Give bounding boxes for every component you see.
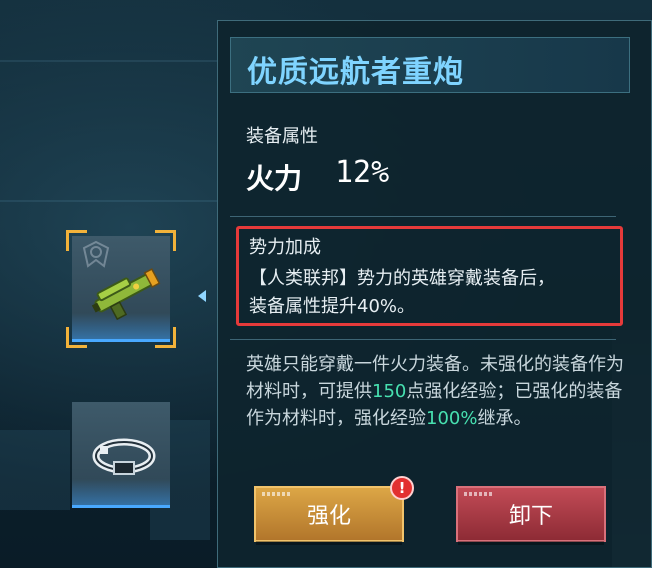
armor-bracelet-icon [92, 438, 156, 475]
description-text: 继承。 [477, 408, 532, 429]
background-stripe [0, 200, 220, 202]
alert-badge: ! [390, 476, 414, 500]
selection-corner [155, 327, 176, 348]
button-decoration [464, 492, 492, 496]
background-stripe [0, 60, 220, 62]
divider [230, 216, 616, 217]
faction-bonus-line: 装备属性提升40%。 [249, 296, 416, 317]
title-bar: 优质远航者重炮 [230, 37, 630, 93]
enhance-button-label: 强化 [306, 504, 351, 529]
slot-glow [72, 479, 170, 508]
faction-bonus-text: 【人类联邦】势力的英雄穿戴装备后， 装备属性提升40%。 [249, 265, 619, 321]
selection-corner [155, 230, 176, 251]
equipment-info-panel: 优质远航者重炮 装备属性 火力 12% 势力加成 【人类联邦】势力的英雄穿戴装备… [217, 20, 652, 568]
button-shadow [256, 541, 402, 545]
equipment-slot-armor[interactable] [66, 396, 176, 514]
button-decoration [262, 492, 290, 496]
item-title: 优质远航者重炮 [247, 55, 464, 90]
equipment-description: 英雄只能穿戴一件火力装备。未强化的装备作为材料时，可提供150点强化经验；已强化… [246, 351, 626, 432]
enhance-button[interactable]: 强化 ! [254, 476, 414, 545]
stat-name: 火力 [246, 162, 303, 195]
attributes-label: 装备属性 [246, 126, 318, 147]
unequip-button[interactable]: 卸下 [456, 486, 606, 545]
background-panel [0, 430, 70, 510]
exp-value: 150 [372, 381, 407, 402]
stat-value: 12% [335, 155, 390, 190]
selection-pointer-icon [198, 290, 206, 302]
selection-corner [66, 327, 87, 348]
divider [230, 339, 616, 340]
unequip-button-label: 卸下 [508, 504, 553, 529]
equipment-slot-weapon[interactable] [66, 230, 176, 348]
faction-bonus-line: 【人类联邦】势力的英雄穿戴装备后， [249, 268, 555, 289]
faction-bonus-box: 势力加成 【人类联邦】势力的英雄穿戴装备后， 装备属性提升40%。 [236, 226, 623, 326]
heavy-cannon-icon [91, 268, 161, 321]
inherit-value: 100% [426, 408, 478, 429]
selection-corner [66, 230, 87, 251]
button-shadow [458, 541, 604, 545]
faction-bonus-label: 势力加成 [249, 237, 321, 258]
